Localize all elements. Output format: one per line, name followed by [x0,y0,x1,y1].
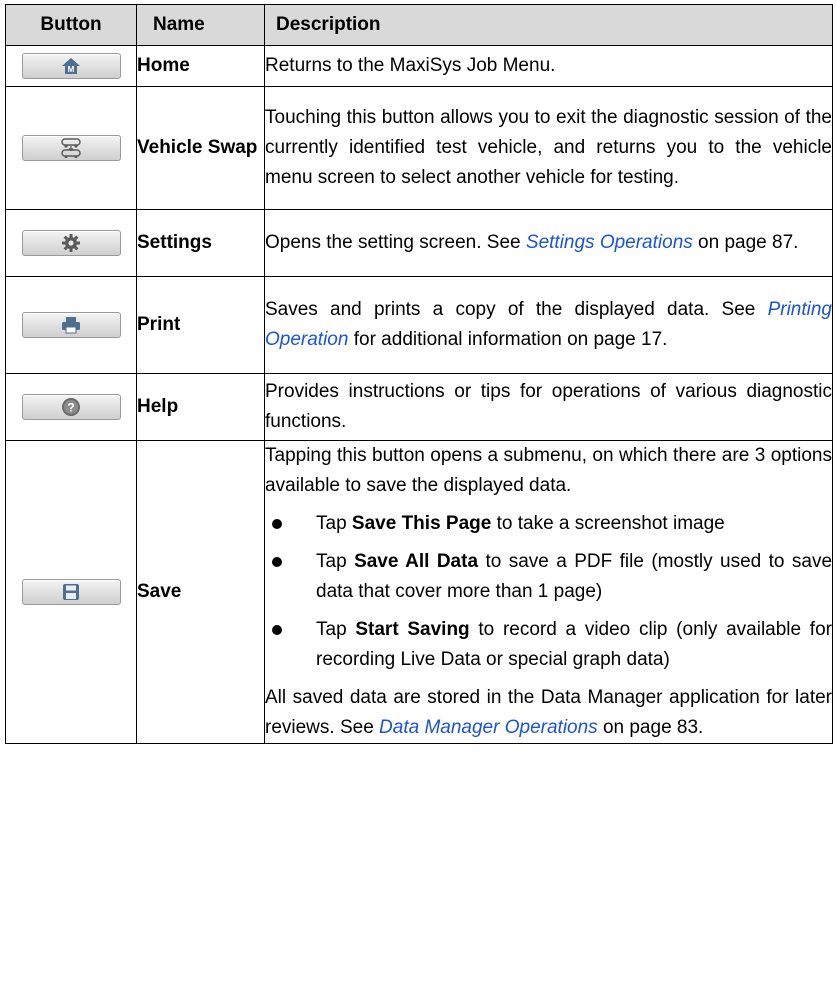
printer-icon [62,316,80,334]
data-manager-operations-link[interactable]: Data Manager Operations [379,717,598,738]
save-outro: All saved data are stored in the Data Ma… [265,683,832,743]
vehicle-swap-icon [61,138,81,158]
row-description: Tapping this button opens a submenu, on … [264,440,833,744]
bullet-icon [272,557,282,567]
desc-text: Saves and prints a copy of the displayed… [265,299,768,320]
row-name: Print [136,276,265,374]
desc-text: Opens the setting screen. See [265,232,526,253]
svg-text:?: ? [67,400,74,414]
table-row: Settings Opens the setting screen. See S… [5,209,833,277]
row-name: Save [136,440,265,744]
save-intro: Tapping this button opens a submenu, on … [265,445,832,496]
list-item: Tap Save This Page to take a screenshot … [265,509,832,539]
table-row: Save Tapping this button opens a submenu… [5,440,833,744]
table-row: Print Saves and prints a copy of the dis… [5,276,833,374]
row-description: Returns to the MaxiSys Job Menu. [264,45,833,87]
row-name: Home [136,45,265,87]
save-disk-icon [63,583,79,600]
row-name: Help [136,373,265,441]
button-cell: ? [5,373,137,441]
table-row: ? Help Provides instructions or tips for… [5,373,833,441]
row-name: Vehicle Swap [136,86,265,210]
list-item: Tap Start Saving to record a video clip … [265,615,832,675]
row-description: Saves and prints a copy of the displayed… [264,276,833,374]
bullet-icon [272,625,282,635]
button-cell [5,209,137,277]
button-cell: M [5,45,137,87]
vehicle-swap-button[interactable] [21,134,121,161]
outro-text: on page 83. [597,717,704,738]
option-text: Tap [316,551,355,572]
home-button[interactable]: M [21,52,121,79]
option-text: Tap [316,513,352,534]
row-description: Touching this button allows you to exit … [264,86,833,210]
table-row: Vehicle Swap Touching this button allows… [5,86,833,210]
button-cell [5,440,137,744]
row-name: Settings [136,209,265,277]
help-button[interactable]: ? [21,393,121,420]
button-reference-table: Button Name Description M Home Returns t… [5,4,833,744]
option-label: Start Saving [355,619,470,640]
row-description: Provides instructions or tips for operat… [264,373,833,441]
row-description: Opens the setting screen. See Settings O… [264,209,833,277]
save-options-list: Tap Save This Page to take a screenshot … [265,509,832,675]
header-name: Name [136,4,265,46]
header-button: Button [5,4,137,46]
option-label: Save This Page [351,513,492,534]
help-icon: ? [62,397,80,416]
settings-operations-link[interactable]: Settings Operations [526,232,693,253]
header-description: Description [264,4,833,46]
gear-icon [62,233,80,252]
table-header-row: Button Name Description [5,4,833,46]
option-text: Tap [316,619,356,640]
option-label: Save All Data [354,551,479,572]
print-button[interactable] [21,311,121,338]
option-text: to take a screenshot image [491,513,725,534]
button-cell [5,86,137,210]
home-icon: M [62,57,80,74]
save-button[interactable] [21,578,121,605]
svg-text:M: M [68,65,75,74]
table-row: M Home Returns to the MaxiSys Job Menu. [5,45,833,87]
button-cell [5,276,137,374]
desc-text: on page 87. [692,232,799,253]
desc-text: for additional information on page 17. [348,329,668,350]
bullet-icon [272,519,282,529]
settings-button[interactable] [21,229,121,256]
list-item: Tap Save All Data to save a PDF file (mo… [265,547,832,607]
